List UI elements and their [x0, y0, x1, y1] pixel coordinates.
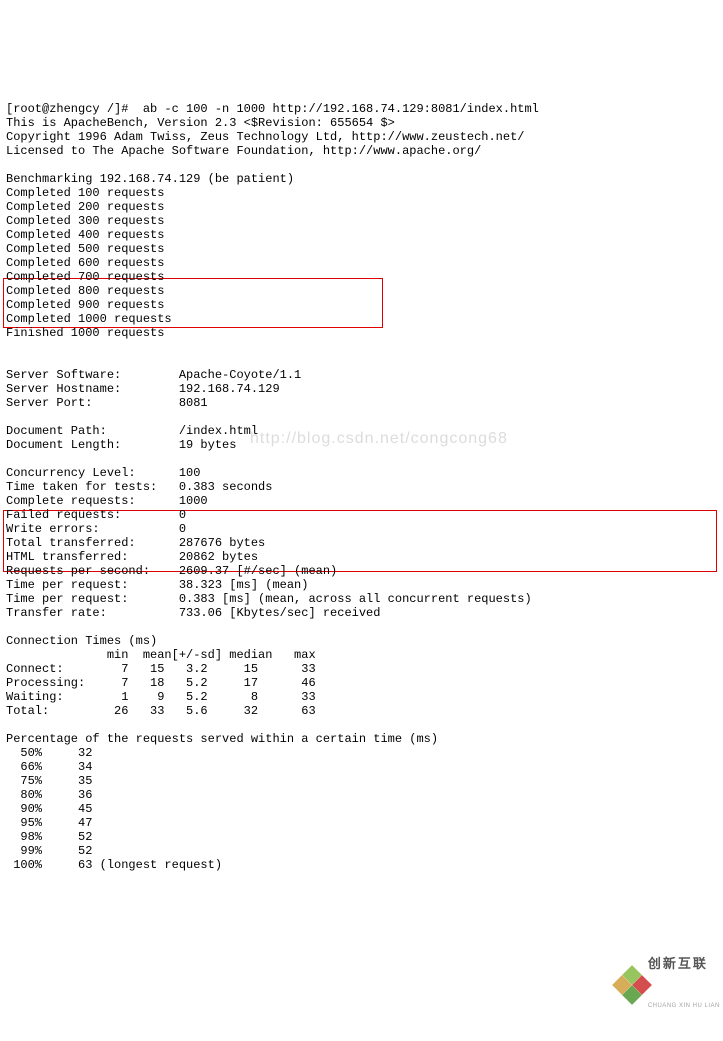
document-path: Document Path: /index.html [6, 424, 258, 438]
time-taken: Time taken for tests: 0.383 seconds [6, 480, 272, 494]
header-line: This is ApacheBench, Version 2.3 <$Revis… [6, 116, 395, 130]
document-length: Document Length: 19 bytes [6, 438, 236, 452]
concurrency-level: Concurrency Level: 100 [6, 466, 200, 480]
progress-line: Completed 300 requests [6, 214, 164, 228]
header-line: Licensed to The Apache Software Foundati… [6, 144, 481, 158]
total-row: Total: 26 33 5.6 32 63 [6, 704, 316, 718]
html-transferred: HTML transferred: 20862 bytes [6, 550, 258, 564]
command-line: [root@zhengcy /]# ab -c 100 -n 1000 http… [6, 102, 539, 116]
write-errors: Write errors: 0 [6, 522, 186, 536]
time-per-request-mean: Time per request: 38.323 [ms] (mean) [6, 578, 308, 592]
progress-line: Completed 100 requests [6, 186, 164, 200]
server-software: Server Software: Apache-Coyote/1.1 [6, 368, 301, 382]
progress-line: Completed 800 requests [6, 284, 164, 298]
header-line: Copyright 1996 Adam Twiss, Zeus Technolo… [6, 130, 524, 144]
percentage-title: Percentage of the requests served within… [6, 732, 438, 746]
waiting-row: Waiting: 1 9 5.2 8 33 [6, 690, 316, 704]
time-per-request-all: Time per request: 0.383 [ms] (mean, acro… [6, 592, 532, 606]
progress-line: Completed 900 requests [6, 298, 164, 312]
brand-name: 创新互联 [648, 957, 720, 971]
brand-logo: 创新互联 CHUANG XIN HU LIAN [615, 966, 715, 1004]
brand-icon [615, 968, 644, 1002]
connect-row: Connect: 7 15 3.2 15 33 [6, 662, 316, 676]
percentile-row: 80% 36 [6, 788, 92, 802]
percentile-row: 66% 34 [6, 760, 92, 774]
percentile-row: 99% 52 [6, 844, 92, 858]
progress-line: Completed 700 requests [6, 270, 164, 284]
finished-line: Finished 1000 requests [6, 326, 164, 340]
connection-times-title: Connection Times (ms) [6, 634, 157, 648]
progress-line: Completed 1000 requests [6, 312, 172, 326]
percentile-row: 95% 47 [6, 816, 92, 830]
progress-line: Completed 400 requests [6, 228, 164, 242]
percentile-row: 98% 52 [6, 830, 92, 844]
connection-times-header: min mean[+/-sd] median max [6, 648, 316, 662]
progress-line: Completed 600 requests [6, 256, 164, 270]
percentile-row: 90% 45 [6, 802, 92, 816]
complete-requests: Complete requests: 1000 [6, 494, 208, 508]
total-transferred: Total transferred: 287676 bytes [6, 536, 265, 550]
progress-line: Completed 500 requests [6, 242, 164, 256]
progress-line: Completed 200 requests [6, 200, 164, 214]
failed-requests: Failed requests: 0 [6, 508, 186, 522]
terminal-output: [root@zhengcy /]# ab -c 100 -n 1000 http… [6, 88, 717, 872]
brand-subtitle: CHUANG XIN HU LIAN [648, 999, 720, 1013]
percentile-row: 50% 32 [6, 746, 92, 760]
requests-per-second: Requests per second: 2609.37 [#/sec] (me… [6, 564, 337, 578]
benchmark-line: Benchmarking 192.168.74.129 (be patient) [6, 172, 294, 186]
processing-row: Processing: 7 18 5.2 17 46 [6, 676, 316, 690]
server-port: Server Port: 8081 [6, 396, 208, 410]
percentile-row: 75% 35 [6, 774, 92, 788]
server-hostname: Server Hostname: 192.168.74.129 [6, 382, 280, 396]
transfer-rate: Transfer rate: 733.06 [Kbytes/sec] recei… [6, 606, 380, 620]
percentile-row: 100% 63 (longest request) [6, 858, 222, 872]
